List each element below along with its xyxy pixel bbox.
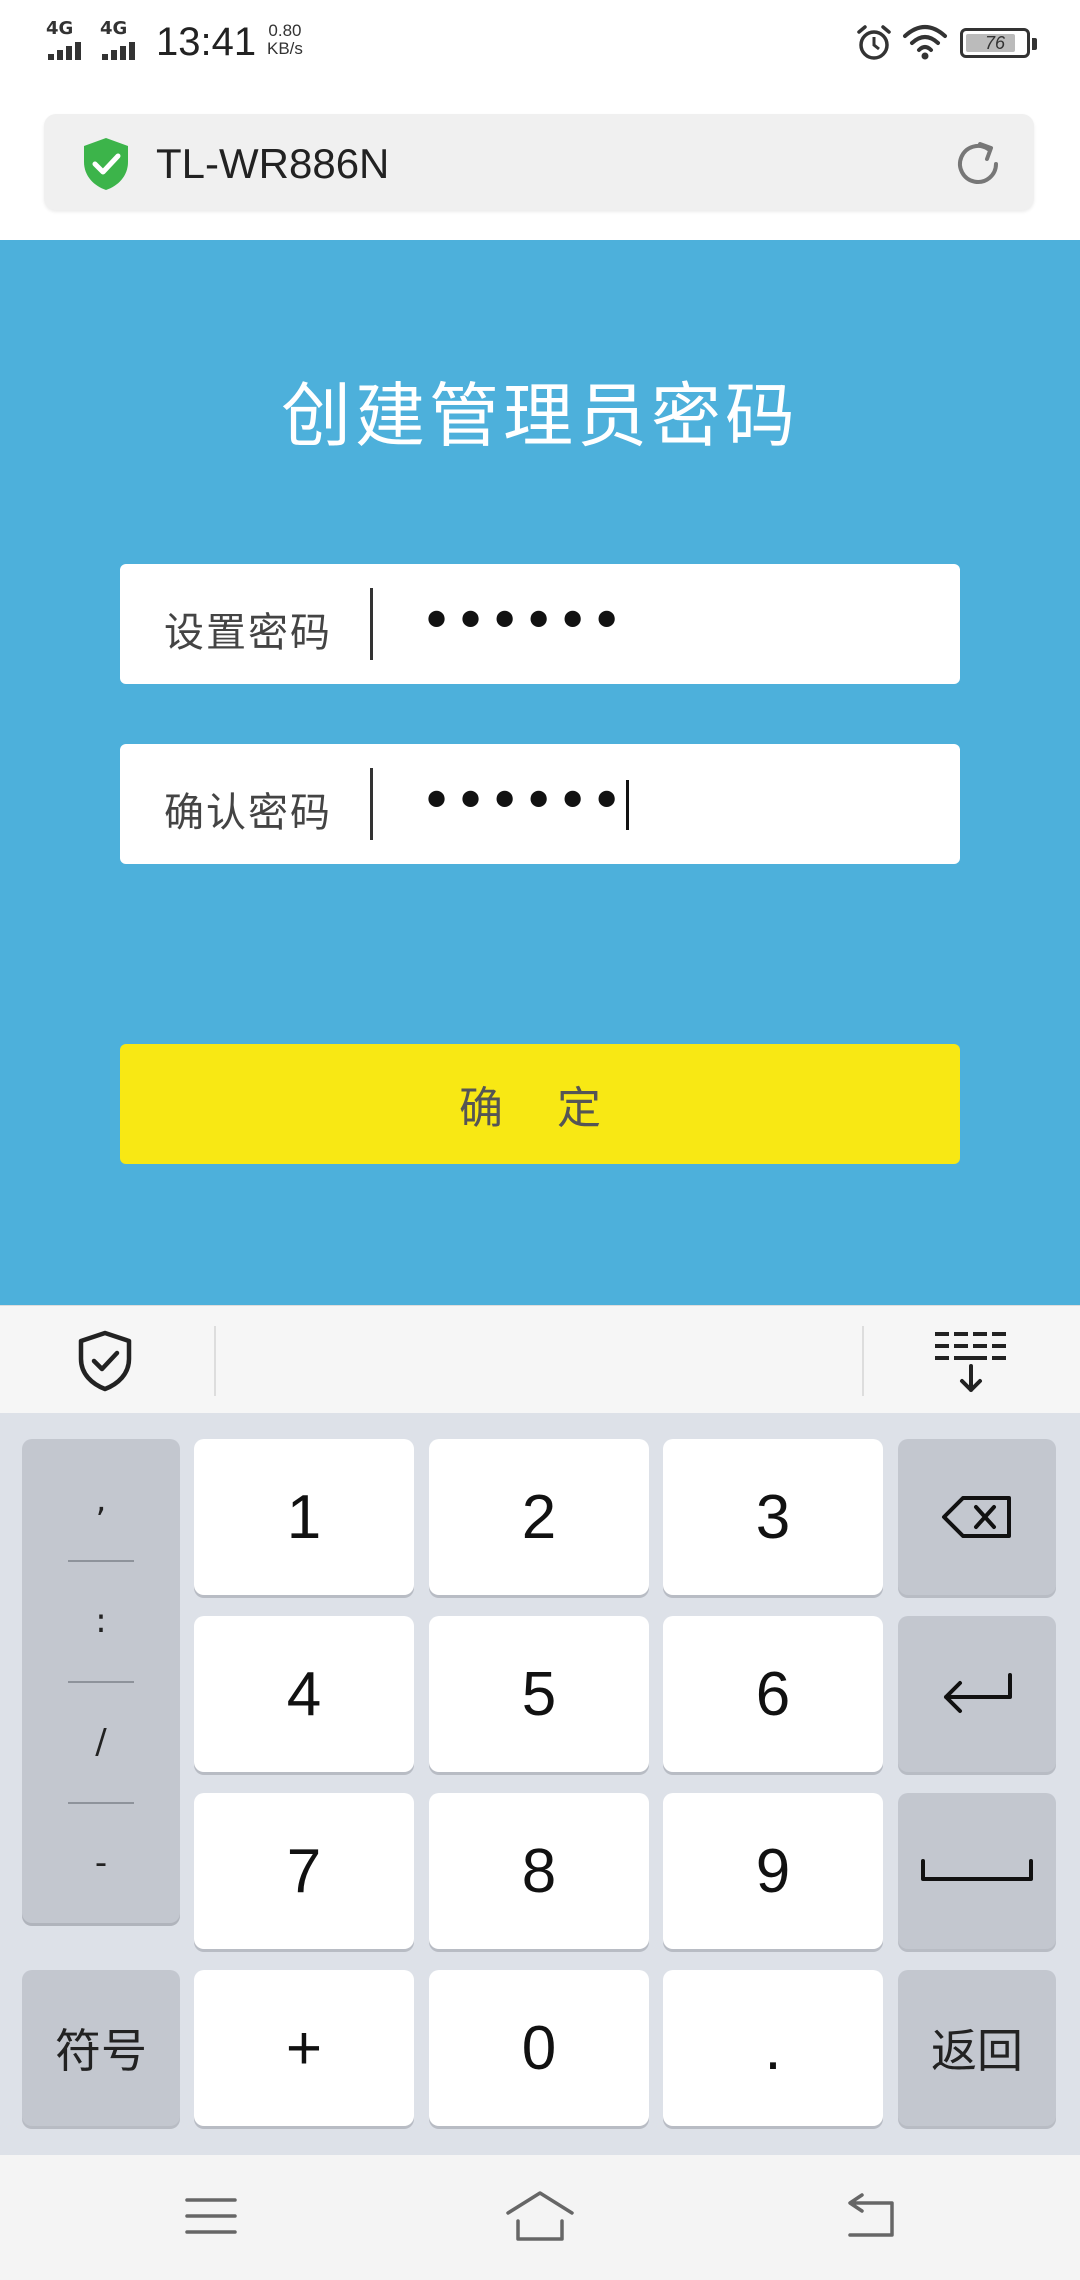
battery-level: 76 (984, 33, 1006, 53)
backspace-key[interactable] (898, 1439, 1056, 1595)
back-icon[interactable] (842, 2193, 896, 2239)
key-hyphen[interactable]: - (22, 1802, 180, 1923)
confirm-button[interactable]: 确 定 (120, 1044, 960, 1164)
shield-icon[interactable] (76, 1330, 134, 1392)
return-key[interactable]: 返回 (898, 1970, 1056, 2126)
battery-tip (1032, 38, 1037, 50)
confirm-password-label: 确认密码 (164, 790, 332, 836)
text-cursor (626, 779, 630, 830)
key-colon[interactable]: : (22, 1560, 180, 1681)
key-4[interactable]: 4 (194, 1616, 414, 1772)
shield-check-icon (84, 138, 128, 190)
key-5[interactable]: 5 (429, 1616, 649, 1772)
toolbar-divider (862, 1326, 864, 1396)
main-content: 创建管理员密码 设置密码 •••••• 确认密码 •••••• 确 定 (0, 240, 1080, 1305)
key-7[interactable]: 7 (194, 1793, 414, 1949)
set-password-field[interactable]: 设置密码 •••••• (120, 564, 960, 684)
key-9[interactable]: 9 (663, 1793, 883, 1949)
network-speed: 0.80 KB/s (267, 22, 303, 58)
space-key[interactable] (898, 1793, 1056, 1949)
battery-icon: 76 (960, 28, 1030, 58)
reload-icon[interactable] (950, 136, 1006, 192)
browser-header: TL-WR886N (0, 88, 1080, 240)
url-text: TL-WR886N (156, 140, 390, 187)
key-comma[interactable]: , (22, 1439, 180, 1560)
set-password-input[interactable]: •••••• (420, 584, 624, 660)
enter-key[interactable] (898, 1616, 1056, 1772)
navigation-bar (0, 2155, 1080, 2280)
symbols-key[interactable]: 符号 (22, 1970, 180, 2126)
signal-1: 4G (46, 18, 102, 60)
signal-2: 4G (100, 18, 156, 60)
key-1[interactable]: 1 (194, 1439, 414, 1595)
confirm-password-field[interactable]: 确认密码 •••••• (120, 744, 960, 864)
keyboard-toolbar (0, 1305, 1080, 1413)
key-3[interactable]: 3 (663, 1439, 883, 1595)
home-icon[interactable] (504, 2189, 576, 2243)
clock: 13:41 (156, 20, 257, 64)
punctuation-column: , : / - (22, 1439, 180, 1923)
address-bar[interactable]: TL-WR886N (44, 114, 1034, 210)
keyboard-collapse-icon[interactable] (932, 1328, 1012, 1398)
signal-bars-icon (48, 42, 81, 60)
field-divider (370, 588, 373, 660)
key-0[interactable]: 0 (429, 1970, 649, 2126)
network-type-1: 4G (46, 18, 74, 39)
field-divider (370, 768, 373, 840)
speed-value: 0.80 (268, 21, 302, 40)
network-type-2: 4G (100, 18, 128, 39)
menu-icon[interactable] (184, 2195, 238, 2237)
confirm-password-input-wrap[interactable]: •••••• (420, 764, 630, 840)
confirm-password-input[interactable]: •••••• (420, 769, 624, 834)
enter-icon (944, 1673, 1012, 1713)
space-icon (921, 1859, 1033, 1881)
backspace-icon (942, 1496, 1011, 1538)
wifi-icon (903, 25, 947, 60)
key-plus[interactable]: + (194, 1970, 414, 2126)
set-password-label: 设置密码 (164, 610, 332, 656)
key-6[interactable]: 6 (663, 1616, 883, 1772)
alarm-icon (857, 25, 891, 60)
signal-bars-icon (102, 42, 135, 60)
key-8[interactable]: 8 (429, 1793, 649, 1949)
key-slash[interactable]: / (22, 1681, 180, 1802)
key-2[interactable]: 2 (429, 1439, 649, 1595)
speed-unit: KB/s (267, 39, 303, 58)
toolbar-divider (214, 1326, 216, 1396)
key-dot[interactable]: . (663, 1970, 883, 2126)
numeric-keyboard: , : / - 1 2 3 4 5 6 7 8 9 符号 + 0 . 返回 (0, 1413, 1080, 2155)
page-title: 创建管理员密码 (281, 375, 799, 457)
status-bar: 4G 4G 13:41 0.80 KB/s 76 (0, 0, 1080, 88)
